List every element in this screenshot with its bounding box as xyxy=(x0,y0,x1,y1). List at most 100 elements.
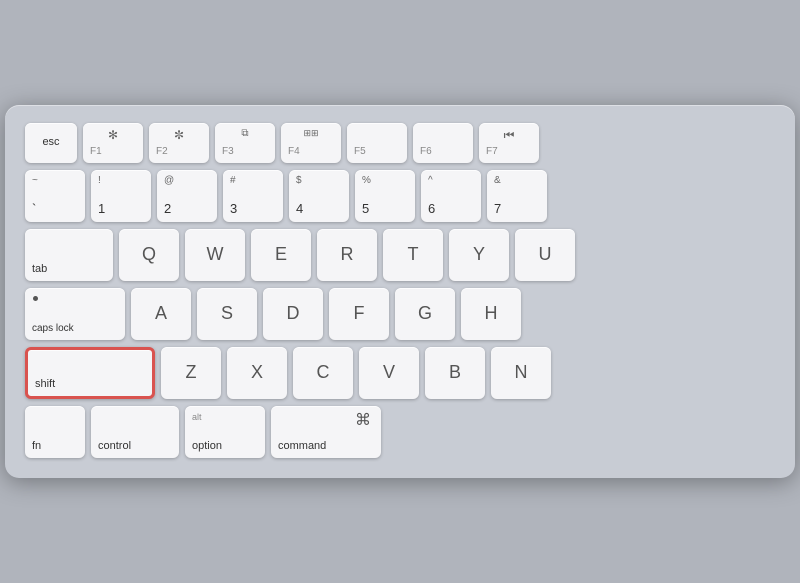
key-u[interactable]: U xyxy=(515,229,575,281)
s-label: S xyxy=(221,303,233,325)
7-main: 7 xyxy=(494,201,501,217)
keyboard: esc ✻ F1 ✼ F2 ⧉ F3 ⊞⊞ F4 F5 F6 ⏮ F7 xyxy=(5,105,795,478)
6-main: 6 xyxy=(428,201,435,217)
asdf-row: caps lock A S D F G H xyxy=(25,288,775,340)
key-f7[interactable]: ⏮ F7 xyxy=(479,123,539,163)
z-label: Z xyxy=(186,362,197,384)
b-label: B xyxy=(449,362,461,384)
key-b[interactable]: B xyxy=(425,347,485,399)
key-f4[interactable]: ⊞⊞ F4 xyxy=(281,123,341,163)
control-label: control xyxy=(98,440,131,453)
f-label: F xyxy=(354,303,365,325)
3-top: # xyxy=(230,175,236,187)
key-caps-lock[interactable]: caps lock xyxy=(25,288,125,340)
t-label: T xyxy=(408,244,419,266)
key-shift-left[interactable]: shift xyxy=(25,347,155,399)
caps-lock-indicator xyxy=(33,296,38,301)
a-label: A xyxy=(155,303,167,325)
4-top: $ xyxy=(296,175,302,187)
4-main: 4 xyxy=(296,201,303,217)
key-d[interactable]: D xyxy=(263,288,323,340)
key-2[interactable]: @ 2 xyxy=(157,170,217,222)
f1-icon: ✻ xyxy=(108,128,118,142)
key-r[interactable]: R xyxy=(317,229,377,281)
esc-label: esc xyxy=(42,136,59,149)
y-label: Y xyxy=(473,244,485,266)
key-t[interactable]: T xyxy=(383,229,443,281)
shift-left-label: shift xyxy=(35,378,55,391)
number-row: ~ ` ! 1 @ 2 # 3 $ 4 % 5 ^ 6 & 7 xyxy=(25,170,775,222)
key-7[interactable]: & 7 xyxy=(487,170,547,222)
key-f[interactable]: F xyxy=(329,288,389,340)
key-command[interactable]: ⌘ command xyxy=(271,406,381,458)
key-w[interactable]: W xyxy=(185,229,245,281)
command-label: command xyxy=(278,440,326,453)
key-a[interactable]: A xyxy=(131,288,191,340)
qwerty-row: tab Q W E R T Y U xyxy=(25,229,775,281)
option-label: option xyxy=(192,440,222,453)
key-y[interactable]: Y xyxy=(449,229,509,281)
key-control[interactable]: control xyxy=(91,406,179,458)
w-label: W xyxy=(207,244,224,266)
key-s[interactable]: S xyxy=(197,288,257,340)
f2-label: F2 xyxy=(156,146,168,158)
f3-label: F3 xyxy=(222,146,234,158)
bottom-row: fn control alt option ⌘ command xyxy=(25,406,775,458)
f7-icon: ⏮ xyxy=(504,128,515,142)
key-6[interactable]: ^ 6 xyxy=(421,170,481,222)
key-e[interactable]: E xyxy=(251,229,311,281)
d-label: D xyxy=(287,303,300,325)
1-main: 1 xyxy=(98,201,105,217)
key-g[interactable]: G xyxy=(395,288,455,340)
key-x[interactable]: X xyxy=(227,347,287,399)
5-top: % xyxy=(362,175,371,187)
6-top: ^ xyxy=(428,175,433,187)
2-top: @ xyxy=(164,175,174,187)
zxcv-row: shift Z X C V B N xyxy=(25,347,775,399)
h-label: H xyxy=(485,303,498,325)
r-label: R xyxy=(341,244,354,266)
f4-icon: ⊞⊞ xyxy=(303,128,318,139)
key-tab[interactable]: tab xyxy=(25,229,113,281)
x-label: X xyxy=(251,362,263,384)
f5-label: F5 xyxy=(354,146,366,158)
key-z[interactable]: Z xyxy=(161,347,221,399)
c-label: C xyxy=(317,362,330,384)
key-f1[interactable]: ✻ F1 xyxy=(83,123,143,163)
key-f3[interactable]: ⧉ F3 xyxy=(215,123,275,163)
key-c[interactable]: C xyxy=(293,347,353,399)
tilde-top: ~ xyxy=(32,175,38,187)
f3-icon: ⧉ xyxy=(241,128,248,140)
key-4[interactable]: $ 4 xyxy=(289,170,349,222)
key-n[interactable]: N xyxy=(491,347,551,399)
key-esc[interactable]: esc xyxy=(25,123,77,163)
f7-label: F7 xyxy=(486,146,498,158)
key-f2[interactable]: ✼ F2 xyxy=(149,123,209,163)
n-label: N xyxy=(515,362,528,384)
key-option[interactable]: alt option xyxy=(185,406,265,458)
f6-label: F6 xyxy=(420,146,432,158)
key-f5[interactable]: F5 xyxy=(347,123,407,163)
command-symbol: ⌘ xyxy=(355,411,371,430)
u-label: U xyxy=(539,244,552,266)
key-tilde[interactable]: ~ ` xyxy=(25,170,85,222)
5-main: 5 xyxy=(362,201,369,217)
7-top: & xyxy=(494,175,501,187)
tilde-main: ` xyxy=(32,201,36,217)
f2-icon: ✼ xyxy=(174,128,184,142)
2-main: 2 xyxy=(164,201,171,217)
e-label: E xyxy=(275,244,287,266)
key-5[interactable]: % 5 xyxy=(355,170,415,222)
key-h[interactable]: H xyxy=(461,288,521,340)
f1-label: F1 xyxy=(90,146,102,158)
key-q[interactable]: Q xyxy=(119,229,179,281)
key-fn[interactable]: fn xyxy=(25,406,85,458)
alt-label: alt xyxy=(192,412,202,423)
key-3[interactable]: # 3 xyxy=(223,170,283,222)
fn-row: esc ✻ F1 ✼ F2 ⧉ F3 ⊞⊞ F4 F5 F6 ⏮ F7 xyxy=(25,123,775,163)
key-1[interactable]: ! 1 xyxy=(91,170,151,222)
caps-label: caps lock xyxy=(32,323,74,335)
key-f6[interactable]: F6 xyxy=(413,123,473,163)
q-label: Q xyxy=(142,244,156,266)
key-v[interactable]: V xyxy=(359,347,419,399)
